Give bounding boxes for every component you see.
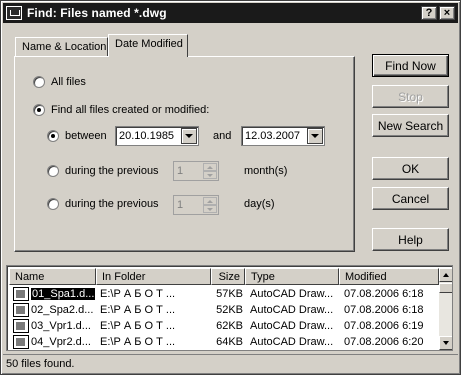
days-value: 1 bbox=[177, 199, 184, 211]
radio-indicator[interactable] bbox=[47, 198, 59, 210]
radio-find-all[interactable]: Find all files created or modified: bbox=[33, 104, 209, 116]
file-folder: E:\Р А Б О Т ... bbox=[100, 288, 176, 300]
file-name: 03_Vpr1.d... bbox=[31, 320, 91, 332]
cancel-button[interactable]: Cancel bbox=[372, 187, 449, 210]
days-spinner[interactable]: 1 bbox=[173, 195, 219, 215]
radio-indicator[interactable] bbox=[47, 130, 59, 142]
file-size: 57KB bbox=[216, 288, 243, 300]
table-row[interactable]: 03_Vpr1.d... E:\Р А Б О Т ... 62KB AutoC… bbox=[9, 318, 439, 334]
tab-label: Name & Location bbox=[22, 41, 107, 53]
close-button[interactable]: × bbox=[439, 6, 455, 20]
column-header-modified[interactable]: Modified bbox=[339, 268, 439, 285]
help-button[interactable]: Help bbox=[372, 228, 449, 251]
spin-up-icon[interactable] bbox=[203, 163, 217, 171]
ok-button[interactable]: OK bbox=[372, 157, 449, 180]
file-modified: 07.08.2006 6:20 bbox=[344, 336, 424, 348]
file-size: 62KB bbox=[216, 320, 243, 332]
file-folder: E:\Р А Б О Т ... bbox=[100, 320, 176, 332]
radio-prev-days[interactable]: during the previous bbox=[47, 198, 159, 210]
between-label: between bbox=[65, 130, 107, 142]
chevron-down-icon[interactable] bbox=[181, 128, 197, 144]
find-all-label: Find all files created or modified: bbox=[51, 104, 210, 116]
window-title: Find: Files named *.dwg bbox=[27, 6, 167, 20]
vertical-scrollbar[interactable] bbox=[439, 268, 452, 350]
radio-indicator[interactable] bbox=[33, 104, 45, 116]
title-bar: Find: Files named *.dwg ? × bbox=[3, 3, 458, 23]
months-unit-label: month(s) bbox=[244, 165, 288, 177]
status-text: 50 files found. bbox=[6, 357, 75, 370]
dwg-file-icon bbox=[13, 319, 29, 333]
find-dialog: Find: Files named *.dwg ? × Name & Locat… bbox=[0, 0, 461, 375]
file-type: AutoCAD Draw... bbox=[250, 288, 334, 300]
file-modified: 07.08.2006 6:18 bbox=[344, 288, 424, 300]
file-size: 52KB bbox=[216, 304, 243, 316]
column-header-folder[interactable]: In Folder bbox=[96, 268, 211, 285]
file-folder: E:\Р А Б О Т ... bbox=[100, 304, 176, 316]
radio-indicator[interactable] bbox=[33, 76, 45, 88]
to-date-value: 12.03.2007 bbox=[245, 130, 301, 142]
app-icon bbox=[6, 6, 22, 20]
spin-up-icon[interactable] bbox=[203, 197, 217, 205]
table-row[interactable]: 01_Spa1.d... E:\Р А Б О Т ... 57KB AutoC… bbox=[9, 286, 439, 302]
date-modified-panel: All files Find all files created or modi… bbox=[14, 56, 355, 252]
dwg-file-icon bbox=[13, 287, 29, 301]
stop-button[interactable]: Stop bbox=[372, 85, 449, 108]
help-title-button[interactable]: ? bbox=[421, 6, 437, 20]
file-folder: E:\Р А Б О Т ... bbox=[100, 336, 176, 348]
months-value: 1 bbox=[177, 165, 184, 177]
new-search-button[interactable]: New Search bbox=[372, 114, 449, 137]
file-type: AutoCAD Draw... bbox=[250, 304, 334, 316]
tab-name-location[interactable]: Name & Location bbox=[15, 37, 108, 57]
status-bar: 50 files found. bbox=[3, 354, 458, 372]
column-header-type[interactable]: Type bbox=[245, 268, 339, 285]
radio-indicator[interactable] bbox=[47, 165, 59, 177]
radio-between[interactable]: between bbox=[47, 130, 107, 142]
file-name: 02_Spa2.d... bbox=[31, 304, 94, 316]
chevron-down-icon[interactable] bbox=[307, 128, 323, 144]
prev-days-label: during the previous bbox=[65, 198, 159, 210]
file-modified: 07.08.2006 6:18 bbox=[344, 304, 424, 316]
table-row[interactable]: 04_Vpr2.d... E:\Р А Б О Т ... 64KB AutoC… bbox=[9, 334, 439, 350]
file-name: 04_Vpr2.d... bbox=[31, 336, 91, 348]
spin-down-icon[interactable] bbox=[203, 171, 217, 179]
all-files-label: All files bbox=[51, 76, 86, 88]
tab-label: Date Modified bbox=[115, 38, 183, 50]
spin-down-icon[interactable] bbox=[203, 205, 217, 213]
prev-months-label: during the previous bbox=[65, 165, 159, 177]
dwg-file-icon bbox=[13, 303, 29, 317]
dwg-file-icon bbox=[13, 335, 29, 349]
scroll-thumb[interactable] bbox=[439, 283, 452, 293]
file-type: AutoCAD Draw... bbox=[250, 320, 334, 332]
find-now-button[interactable]: Find Now bbox=[372, 54, 449, 77]
from-date-value: 20.10.1985 bbox=[119, 130, 175, 142]
scroll-up-icon[interactable] bbox=[439, 268, 452, 282]
radio-all-files[interactable]: All files bbox=[33, 76, 86, 88]
column-header-name[interactable]: Name bbox=[9, 268, 96, 285]
table-row[interactable]: 02_Spa2.d... E:\Р А Б О Т ... 52KB AutoC… bbox=[9, 302, 439, 318]
days-unit-label: day(s) bbox=[244, 198, 275, 210]
tab-date-modified[interactable]: Date Modified bbox=[108, 34, 188, 57]
file-type: AutoCAD Draw... bbox=[250, 336, 334, 348]
column-header-size[interactable]: Size bbox=[211, 268, 245, 285]
and-label: and bbox=[213, 130, 232, 142]
results-list[interactable]: Name In Folder Size Type Modified 01_Spa… bbox=[6, 265, 453, 351]
from-date-combo[interactable]: 20.10.1985 bbox=[115, 126, 199, 146]
file-name: 01_Spa1.d... bbox=[31, 288, 95, 300]
scroll-down-icon[interactable] bbox=[439, 336, 452, 350]
months-spinner[interactable]: 1 bbox=[173, 161, 219, 181]
file-size: 64KB bbox=[216, 336, 243, 348]
radio-prev-months[interactable]: during the previous bbox=[47, 165, 159, 177]
to-date-combo[interactable]: 12.03.2007 bbox=[241, 126, 325, 146]
file-modified: 07.08.2006 6:19 bbox=[344, 320, 424, 332]
